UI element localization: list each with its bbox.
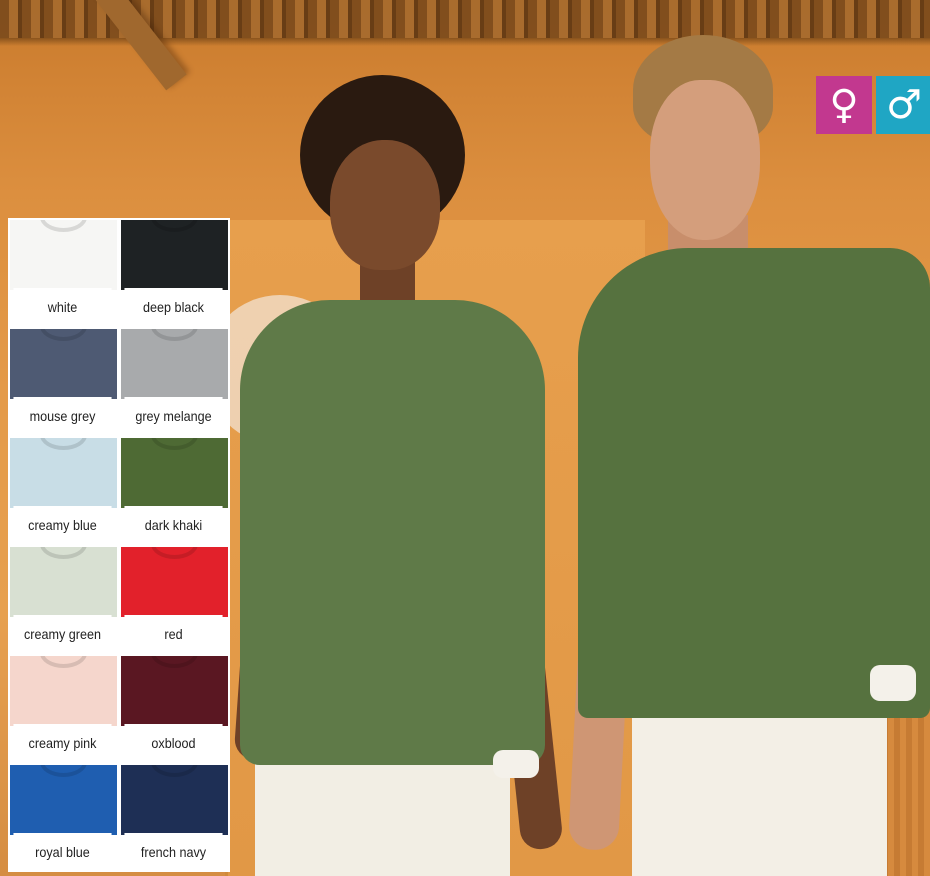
tshirt-swatch-image [10, 656, 117, 726]
tshirt-swatch-image [121, 220, 228, 290]
color-swatch-grid: white deep black mouse grey grey melange cre… [8, 218, 230, 872]
color-swatch-label: royal blue [13, 833, 112, 870]
female-symbol-icon: ♀ [816, 76, 872, 134]
product-photo-scene: ♀ ♂ white deep black mouse grey grey melang… [0, 0, 930, 876]
tshirt-swatch-image [10, 438, 117, 508]
tshirt-swatch-image [121, 329, 228, 399]
color-swatch-label: creamy blue [13, 506, 112, 543]
color-swatch-label: oxblood [124, 724, 223, 761]
color-swatch-label: red [124, 615, 223, 652]
male-model-tshirt [578, 248, 930, 718]
color-swatch-label: mouse grey [13, 397, 112, 434]
tshirt-swatch-image [10, 765, 117, 835]
tshirt-swatch-image [121, 438, 228, 508]
tshirt-swatch-image [10, 547, 117, 617]
color-swatch-mouse-grey[interactable]: mouse grey [8, 327, 119, 436]
color-swatch-french-navy[interactable]: french navy [119, 763, 230, 872]
color-swatch-dark-khaki[interactable]: dark khaki [119, 436, 230, 545]
color-swatch-label: grey melange [124, 397, 223, 434]
male-symbol-icon: ♂ [876, 76, 930, 134]
color-swatch-label: deep black [124, 288, 223, 325]
male-model-face [650, 80, 760, 240]
tshirt-swatch-image [121, 765, 228, 835]
color-swatch-label: creamy green [13, 615, 112, 652]
color-swatch-label: creamy pink [13, 724, 112, 761]
tshirt-swatch-image [121, 547, 228, 617]
color-swatch-creamy-pink[interactable]: creamy pink [8, 654, 119, 763]
tshirt-swatch-image [10, 329, 117, 399]
color-swatch-creamy-blue[interactable]: creamy blue [8, 436, 119, 545]
female-model-tshirt [240, 300, 545, 765]
color-swatch-red[interactable]: red [119, 545, 230, 654]
female-model-face [330, 140, 440, 270]
color-swatch-grey-melange[interactable]: grey melange [119, 327, 230, 436]
color-swatch-royal-blue[interactable]: royal blue [8, 763, 119, 872]
tshirt-swatch-image [121, 656, 228, 726]
tshirt-swatch-image [10, 220, 117, 290]
female-model-watch [493, 750, 539, 778]
color-swatch-creamy-green[interactable]: creamy green [8, 545, 119, 654]
color-swatch-label: white [13, 288, 112, 325]
color-swatch-label: dark khaki [124, 506, 223, 543]
color-swatch-label: french navy [124, 833, 223, 870]
color-swatch-white[interactable]: white [8, 218, 119, 327]
male-model-watch [870, 665, 916, 701]
color-swatch-deep-black[interactable]: deep black [119, 218, 230, 327]
color-swatch-oxblood[interactable]: oxblood [119, 654, 230, 763]
